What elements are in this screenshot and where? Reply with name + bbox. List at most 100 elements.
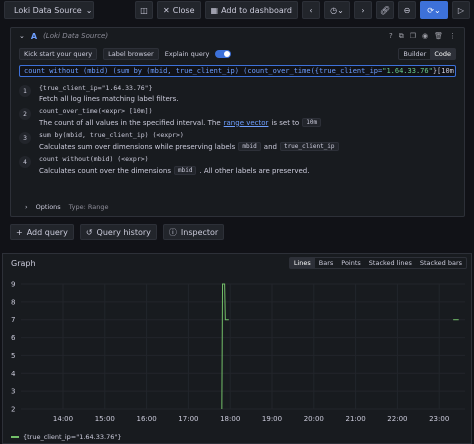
tab-bars[interactable]: Bars — [315, 258, 338, 268]
info-icon: ⓘ — [168, 227, 177, 237]
run-query-button[interactable]: ⟳⌄ — [420, 1, 448, 19]
explore-toolbar: Loki Data Source ⌄ ◫ ✕ Close ▦ Add to da… — [0, 0, 474, 20]
collapse-chevron-icon[interactable]: ⌄ — [19, 32, 25, 40]
step-description: The count of all values in the specified… — [39, 118, 322, 127]
x-tick-label: 22:00 — [387, 415, 407, 423]
step-description: Calculates sum over dimensions while pre… — [39, 142, 339, 151]
step-number: 1 — [19, 85, 31, 97]
query-expr-part1: count without (mbid) (sum by (mbid, true… — [24, 67, 383, 75]
query-history-button[interactable]: ↺ Query history — [79, 224, 157, 240]
add-to-dashboard-button[interactable]: ▦ Add to dashboard — [204, 1, 298, 19]
query-editor-panel: ⌄ A (Loki Data Source) ? ⧉ ❐ ◉ 🗑︎ ⋮ Kick… — [10, 27, 465, 217]
legend-swatch — [11, 436, 19, 438]
trash-icon[interactable]: 🗑︎ — [434, 32, 443, 41]
x-tick-label: 19:00 — [262, 415, 282, 423]
tab-lines[interactable]: Lines — [289, 258, 315, 268]
live-tail-play-icon[interactable]: ▷ — [452, 1, 470, 19]
zoom-out-icon[interactable]: ⊖ — [398, 1, 416, 19]
query-actions: + Add query ↺ Query history ⓘ Inspector — [10, 224, 225, 240]
step-description: Fetch all log lines matching label filte… — [39, 95, 179, 103]
x-tick-label: 17:00 — [178, 415, 198, 423]
query-options-row[interactable]: › Options Type: Range — [25, 203, 109, 211]
label-browser-button[interactable]: Label browser — [103, 48, 159, 60]
tab-points[interactable]: Points — [337, 258, 365, 268]
chevron-down-icon: ⌄ — [85, 5, 93, 15]
step-number: 2 — [19, 108, 31, 120]
tab-stacked-lines[interactable]: Stacked lines — [365, 258, 416, 268]
y-tick-label: 9 — [11, 281, 15, 289]
inspector-button[interactable]: ⓘ Inspector — [162, 224, 225, 240]
query-options-bar: Kick start your query Label browser Expl… — [11, 46, 464, 62]
legend-label: {true_client_ip="1.64.33.76"} — [23, 433, 122, 441]
explain-query-label: Explain query — [164, 50, 210, 58]
query-explanation: 1 {true_client_ip="1.64.33.76"} Fetch al… — [19, 84, 456, 175]
help-icon[interactable]: ? — [389, 32, 393, 41]
duplicate-icon[interactable]: ❐ — [410, 32, 416, 41]
explain-step: 1 {true_client_ip="1.64.33.76"} Fetch al… — [19, 84, 456, 103]
kick-start-button[interactable]: Kick start your query — [19, 48, 98, 60]
plus-icon: + — [16, 227, 23, 237]
datasource-picker[interactable]: Loki Data Source ⌄ — [4, 1, 94, 19]
step-description: Calculates count over the dimensions mbi… — [39, 166, 310, 175]
explain-step: 4 count without(mbid) (<expr>) Calculate… — [19, 155, 456, 175]
history-icon: ↺ — [85, 227, 93, 237]
y-tick-label: 6 — [11, 334, 16, 342]
options-type: Type: Range — [68, 203, 109, 211]
y-tick-label: 4 — [11, 370, 16, 378]
query-expr-part3: }[10m]))) — [432, 67, 455, 75]
graph-style-tabs: Lines Bars Points Stacked lines Stacked … — [288, 257, 467, 269]
step-code: count_over_time(<expr> [10m]) — [39, 107, 153, 115]
copy-icon[interactable]: ⧉ — [399, 32, 404, 41]
explain-step: 2 count_over_time(<expr> [10m]) The coun… — [19, 107, 456, 127]
graph-chart[interactable]: 2 3 4 5 6 7 8 9 14:00 15:00 16:00 17:00 18:00 19:00 20… — [3, 276, 473, 428]
step-number: 4 — [19, 156, 31, 168]
range-vector-link[interactable]: range vector — [224, 119, 269, 127]
label-chip: mbid — [174, 166, 197, 175]
add-query-button[interactable]: + Add query — [10, 224, 74, 240]
y-tick-label: 7 — [11, 316, 15, 324]
label-chip: mbid — [238, 142, 261, 151]
share-link-icon[interactable]: 🔗︎ — [376, 1, 394, 19]
time-back-icon[interactable]: ‹ — [302, 1, 320, 19]
label-chip: true_client_ip — [279, 142, 339, 151]
query-datasource-label: (Loki Data Source) — [43, 32, 109, 40]
refresh-icon: ⟳⌄ — [427, 5, 441, 15]
explain-query-toggle[interactable] — [215, 50, 232, 58]
close-split-button[interactable]: ✕ Close — [157, 1, 201, 19]
drag-handle-icon[interactable]: ⋮ — [449, 32, 456, 41]
datasource-name: Loki Data Source — [14, 5, 82, 15]
query-letter: A — [30, 31, 38, 41]
graph-panel: Graph Lines Bars Points Stacked lines St… — [2, 253, 472, 444]
explain-step: 3 sum by(mbid, true_client_ip) (<expr>) … — [19, 131, 456, 151]
series-line — [221, 283, 229, 410]
step-code: sum by(mbid, true_client_ip) (<expr>) — [39, 131, 184, 139]
tab-stacked-bars[interactable]: Stacked bars — [416, 258, 466, 268]
query-row-header: ⌄ A (Loki Data Source) ? ⧉ ❐ ◉ 🗑︎ ⋮ — [11, 28, 464, 44]
x-tick-label: 20:00 — [304, 415, 324, 423]
options-label: Options — [35, 203, 61, 211]
dashboard-icon: ▦ — [210, 5, 219, 15]
y-tick-label: 8 — [11, 298, 15, 306]
x-tick-label: 15:00 — [95, 415, 115, 423]
x-tick-label: 23:00 — [429, 415, 449, 423]
step-number: 3 — [19, 132, 31, 144]
range-chip: 10m — [302, 118, 322, 127]
query-code-input[interactable]: count without (mbid) (sum by (mbid, true… — [19, 65, 456, 77]
x-tick-label: 18:00 — [220, 415, 240, 423]
split-view-icon[interactable]: ◫ — [135, 1, 153, 19]
y-tick-label: 3 — [11, 388, 15, 396]
y-tick-label: 2 — [11, 406, 15, 414]
x-tick-label: 21:00 — [346, 415, 366, 423]
eye-icon[interactable]: ◉ — [422, 32, 428, 41]
time-forward-icon[interactable]: › — [354, 1, 372, 19]
x-tick-label: 16:00 — [137, 415, 157, 423]
editor-mode-switch: Builder Code — [398, 48, 456, 60]
time-picker-clock-icon[interactable]: ◷⌄ — [324, 1, 350, 19]
close-icon: ✕ — [163, 5, 170, 15]
graph-title: Graph — [11, 259, 36, 268]
code-mode-tab[interactable]: Code — [430, 49, 455, 59]
graph-legend[interactable]: {true_client_ip="1.64.33.76"} — [11, 433, 121, 441]
y-tick-label: 5 — [11, 352, 15, 360]
builder-mode-tab[interactable]: Builder — [399, 49, 430, 59]
step-code: {true_client_ip="1.64.33.76"} — [39, 84, 153, 92]
